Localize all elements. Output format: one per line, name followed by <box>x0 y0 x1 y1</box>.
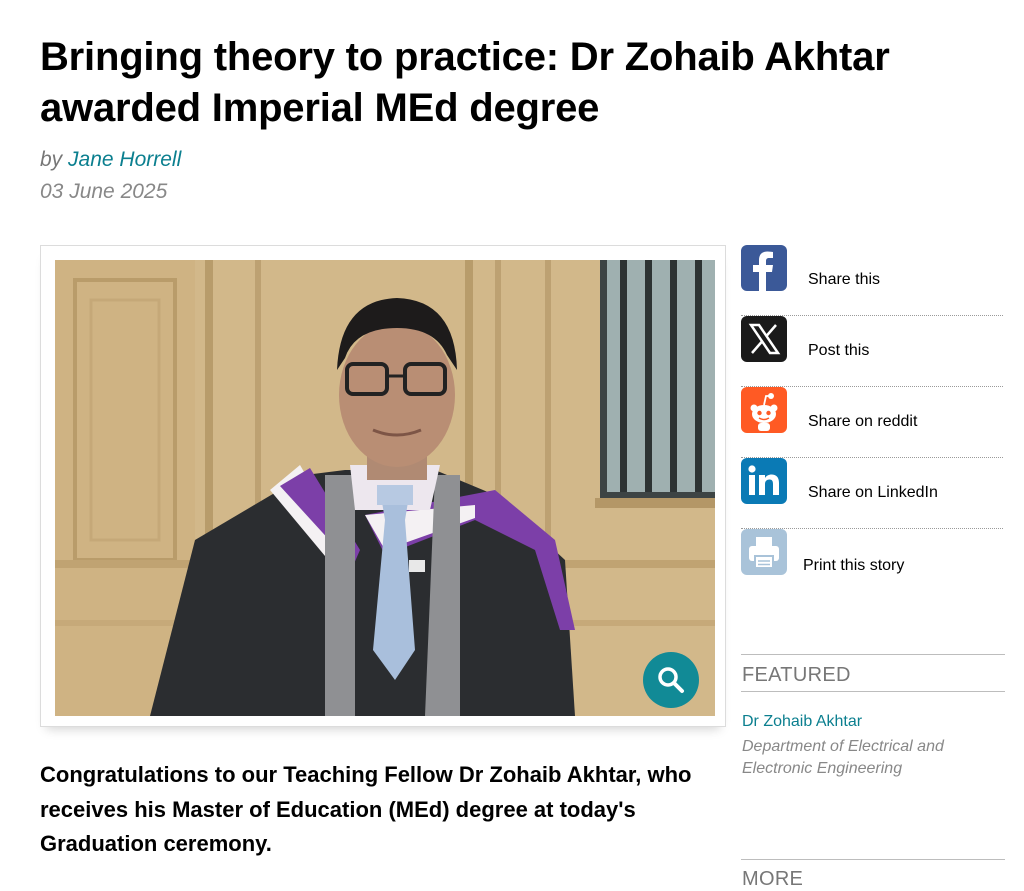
linkedin-icon[interactable] <box>741 458 787 504</box>
article-title: Bringing theory to practice: Dr Zohaib A… <box>40 35 890 130</box>
printer-icon[interactable] <box>741 529 787 575</box>
share-list: Share this Post this Share on reddit Sha… <box>741 245 1003 600</box>
featured-person-link[interactable]: Dr Zohaib Akhtar <box>742 713 862 731</box>
byline-prefix: by <box>40 148 63 171</box>
share-x-label[interactable]: Post this <box>808 342 869 360</box>
author-link[interactable]: Jane Horrell <box>68 148 181 171</box>
share-facebook-label[interactable]: Share this <box>808 271 880 289</box>
print-story-label[interactable]: Print this story <box>803 557 904 575</box>
article-photo[interactable] <box>55 260 715 716</box>
more-heading-text: MORE <box>742 868 804 890</box>
share-linkedin-label[interactable]: Share on LinkedIn <box>808 484 938 502</box>
share-reddit-label[interactable]: Share on reddit <box>808 413 917 431</box>
share-linkedin[interactable]: Share on LinkedIn <box>741 458 1003 529</box>
share-x[interactable]: Post this <box>741 316 1003 387</box>
share-facebook[interactable]: Share this <box>741 245 1003 316</box>
article-lead: Congratulations to our Teaching Fellow D… <box>40 762 692 856</box>
featured-heading-text: FEATURED <box>742 664 851 686</box>
article-photo-frame <box>40 245 726 727</box>
featured-department: Department of Electrical and Electronic … <box>742 738 944 777</box>
print-story[interactable]: Print this story <box>741 529 1003 600</box>
graduate-portrait-image <box>55 260 715 716</box>
featured-heading: FEATURED <box>741 654 1005 692</box>
byline: by Jane Horrell <box>40 148 181 172</box>
zoom-button[interactable] <box>643 652 699 708</box>
reddit-icon[interactable] <box>741 387 787 433</box>
facebook-icon[interactable] <box>741 245 787 291</box>
publish-date: 03 June 2025 <box>40 180 168 203</box>
share-reddit[interactable]: Share on reddit <box>741 387 1003 458</box>
zoom-magnifier-icon <box>658 667 684 693</box>
x-icon[interactable] <box>741 316 787 362</box>
